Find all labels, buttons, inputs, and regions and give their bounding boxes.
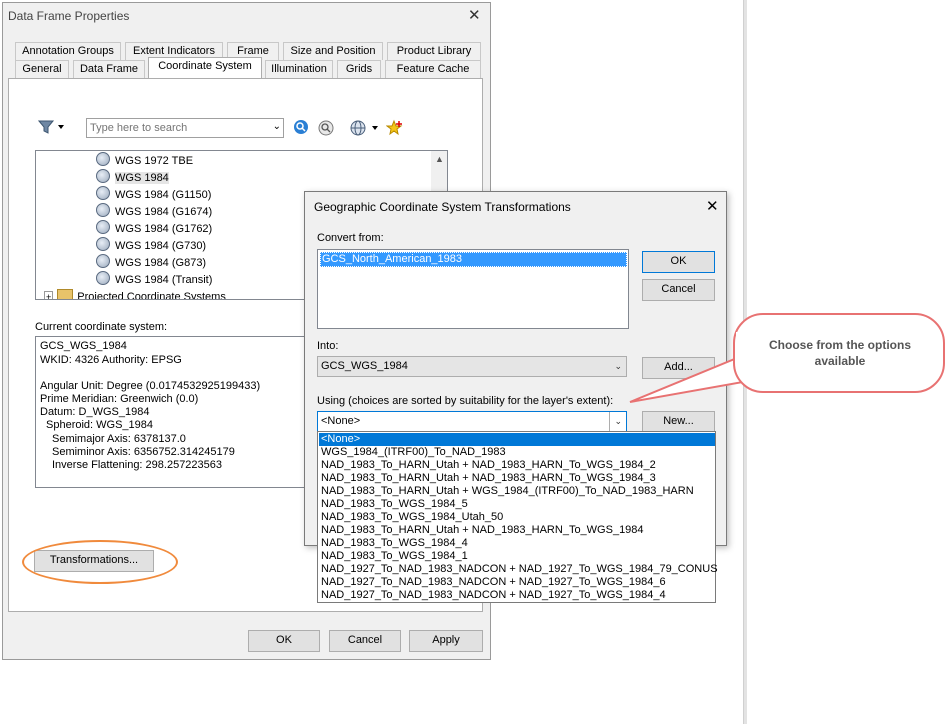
tab-grids[interactable]: Grids: [337, 60, 381, 78]
globe-icon: [96, 169, 110, 183]
dropdown-option[interactable]: NAD_1983_To_WGS_1984_1: [321, 550, 468, 563]
tab-data-frame[interactable]: Data Frame: [73, 60, 145, 78]
dropdown-option[interactable]: NAD_1983_To_HARN_Utah + NAD_1983_HARN_To…: [321, 524, 644, 537]
dropdown-option[interactable]: <None>: [319, 433, 715, 446]
dialog-ok-button[interactable]: OK: [642, 251, 715, 273]
globe-icon: [96, 254, 110, 268]
convert-from-list[interactable]: GCS_North_American_1983: [317, 249, 629, 329]
tree-item-label: WGS 1984 (G1150): [115, 189, 212, 201]
clear-search-icon[interactable]: [317, 119, 335, 140]
dropdown-option[interactable]: WGS_1984_(ITRF00)_To_NAD_1983: [321, 446, 506, 459]
tree-item-label: WGS 1984: [115, 172, 169, 184]
chevron-down-icon[interactable]: ⌄: [609, 412, 622, 431]
globe-icon: [96, 203, 110, 217]
detail-line: WKID: 4326 Authority: EPSG: [40, 354, 182, 366]
tree-item[interactable]: WGS 1984 (G1150): [96, 186, 211, 202]
scroll-up-icon[interactable]: ▲: [435, 154, 444, 164]
add-favorite-icon[interactable]: [385, 119, 404, 140]
detail-line: Spheroid: WGS_1984: [46, 419, 154, 431]
globe-icon: [96, 186, 110, 200]
using-label: Using (choices are sorted by suitability…: [317, 395, 614, 407]
tree-item[interactable]: WGS 1984 (G730): [96, 237, 206, 253]
tree-folder-item[interactable]: + Projected Coordinate Systems: [44, 289, 226, 300]
tree-item-label: WGS 1984 (G1674): [115, 206, 213, 218]
highlight-ellipse: [22, 540, 178, 584]
search-input[interactable]: [87, 119, 269, 137]
detail-line: GCS_WGS_1984: [40, 340, 127, 352]
apply-button[interactable]: Apply: [409, 630, 483, 652]
dialog-title: Data Frame Properties: [8, 9, 130, 23]
detail-line: Prime Meridian: Greenwich (0.0): [40, 393, 199, 405]
globe-menu-icon[interactable]: [350, 120, 382, 139]
dropdown-option[interactable]: NAD_1983_To_WGS_1984_5: [321, 498, 468, 511]
transformation-dropdown[interactable]: <None> WGS_1984_(ITRF00)_To_NAD_1983 NAD…: [317, 431, 718, 603]
detail-line: Inverse Flattening: 298.257223563: [52, 459, 223, 471]
tab-general[interactable]: General: [15, 60, 69, 78]
detail-line: Semiminor Axis: 6356752.314245179: [52, 446, 235, 458]
globe-icon: [96, 220, 110, 234]
tab-coordinate-system[interactable]: Coordinate System: [148, 57, 262, 78]
search-icon[interactable]: [293, 119, 311, 140]
callout-text: Choose from the options available: [769, 338, 911, 368]
new-button[interactable]: New...: [642, 411, 715, 433]
detail-line: Datum: D_WGS_1984: [40, 406, 150, 418]
close-icon[interactable]: ✕: [706, 197, 719, 215]
expand-icon[interactable]: +: [44, 291, 54, 299]
tree-item-selected[interactable]: WGS 1984: [96, 169, 169, 185]
filter-icon[interactable]: [37, 119, 66, 138]
into-label: Into:: [317, 340, 339, 352]
dropdown-option[interactable]: NAD_1983_To_WGS_1984_Utah_50: [321, 511, 503, 524]
tree-item[interactable]: WGS 1972 TBE: [96, 152, 193, 168]
dropdown-option[interactable]: NAD_1983_To_HARN_Utah + WGS_1984_(ITRF00…: [321, 485, 694, 498]
folder-icon: [57, 289, 74, 299]
dropdown-option[interactable]: NAD_1983_To_WGS_1984_4: [321, 537, 468, 550]
using-select[interactable]: <None> ⌄: [317, 411, 627, 432]
dialog-title: Geographic Coordinate System Transformat…: [314, 200, 571, 214]
tree-item[interactable]: WGS 1984 (Transit): [96, 271, 212, 287]
globe-icon: [96, 237, 110, 251]
callout-joint: [736, 332, 744, 368]
tree-item-label: WGS 1984 (G1762): [115, 223, 213, 235]
dropdown-option[interactable]: NAD_1927_To_NAD_1983_NADCON + NAD_1927_T…: [321, 589, 666, 602]
convert-from-label: Convert from:: [317, 232, 384, 244]
into-value: GCS_WGS_1984: [321, 360, 408, 372]
tree-item-label: WGS 1984 (G873): [115, 257, 207, 269]
chevron-down-icon[interactable]: ⌄: [273, 121, 281, 132]
close-icon[interactable]: ✕: [468, 6, 481, 24]
detail-line: Semimajor Axis: 6378137.0: [52, 433, 186, 445]
into-select[interactable]: GCS_WGS_1984 ⌄: [317, 356, 627, 377]
tree-item-label: WGS 1972 TBE: [115, 155, 194, 167]
tab-illumination[interactable]: Illumination: [265, 60, 333, 78]
globe-icon: [96, 271, 110, 285]
current-system-label: Current coordinate system:: [35, 321, 168, 333]
tab-feature-cache[interactable]: Feature Cache: [385, 60, 481, 78]
globe-icon: [96, 152, 110, 166]
tab-product-library[interactable]: Product Library: [387, 42, 481, 60]
cancel-button[interactable]: Cancel: [329, 630, 401, 652]
dropdown-option[interactable]: NAD_1927_To_NAD_1983_NADCON + NAD_1927_T…: [321, 563, 718, 576]
tree-item[interactable]: WGS 1984 (G1762): [96, 220, 212, 236]
callout-bubble: Choose from the options available: [733, 313, 945, 393]
search-box[interactable]: ⌄: [86, 118, 284, 138]
dialog-cancel-button[interactable]: Cancel: [642, 279, 715, 301]
detail-line: Angular Unit: Degree (0.0174532925199433…: [40, 380, 261, 392]
dropdown-option[interactable]: NAD_1983_To_HARN_Utah + NAD_1983_HARN_To…: [321, 472, 656, 485]
tab-size-and-position[interactable]: Size and Position: [283, 42, 383, 60]
tree-item-label: WGS 1984 (Transit): [115, 274, 213, 286]
tree-item[interactable]: WGS 1984 (G1674): [96, 203, 212, 219]
using-value: <None>: [321, 415, 361, 427]
tree-item-label: Projected Coordinate Systems: [77, 291, 226, 300]
tree-item-label: WGS 1984 (G730): [115, 240, 207, 252]
dropdown-option[interactable]: NAD_1983_To_HARN_Utah + NAD_1983_HARN_To…: [321, 459, 656, 472]
tab-annotation-groups[interactable]: Annotation Groups: [15, 42, 121, 60]
list-item-selected[interactable]: GCS_North_American_1983: [320, 252, 627, 267]
dropdown-option[interactable]: NAD_1927_To_NAD_1983_NADCON + NAD_1927_T…: [321, 576, 666, 589]
ok-button[interactable]: OK: [248, 630, 320, 652]
tree-item[interactable]: WGS 1984 (G873): [96, 254, 206, 270]
chevron-down-icon[interactable]: ⌄: [614, 357, 622, 376]
